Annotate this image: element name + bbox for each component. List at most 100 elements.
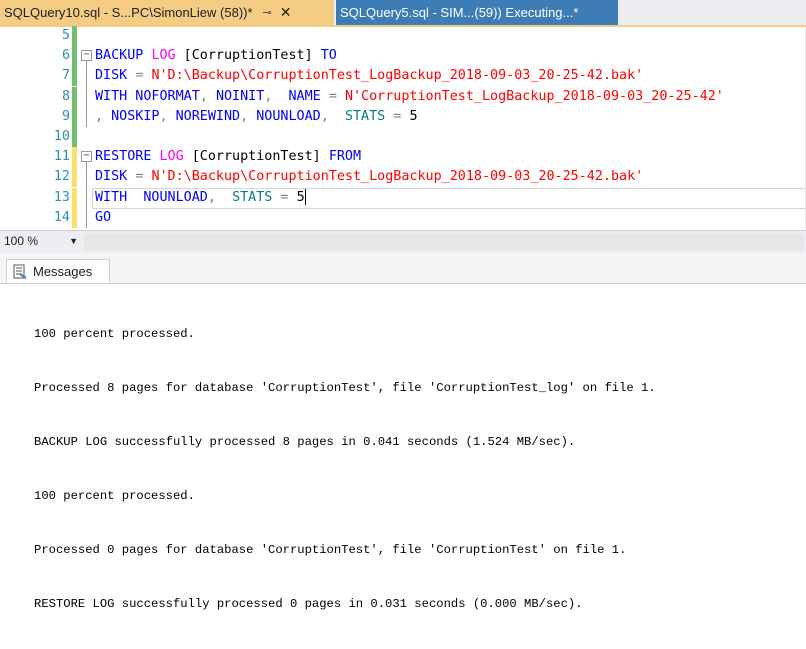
code-token: , bbox=[95, 108, 112, 124]
chevron-down-icon: ▼ bbox=[69, 236, 78, 246]
message-line: BACKUP LOG successfully processed 8 page… bbox=[34, 435, 576, 449]
change-marker bbox=[72, 106, 77, 127]
code-token: RESTORE bbox=[95, 149, 160, 165]
code-text: WITH NOUNLOAD, STATS = 5 bbox=[95, 188, 306, 208]
code-token: BACKUP bbox=[95, 48, 152, 64]
line-number: 6 bbox=[61, 48, 70, 64]
code-text: RESTORE LOG [CorruptionTest] FROM bbox=[95, 147, 361, 167]
change-marker bbox=[72, 167, 77, 188]
code-text: WITH NOFORMAT, NOINIT, NAME = N'Corrupti… bbox=[95, 87, 724, 107]
document-tab-strip: SQLQuery10.sql - S...PC\SimonLiew (58))*… bbox=[0, 0, 806, 27]
code-token: , bbox=[159, 108, 176, 124]
code-token: , bbox=[207, 189, 233, 205]
code-token: DISK bbox=[95, 68, 136, 84]
tab-messages[interactable]: Messages bbox=[6, 259, 110, 283]
message-line: Processed 8 pages for database 'Corrupti… bbox=[34, 381, 656, 395]
editor-horizontal-scrollbar[interactable] bbox=[84, 234, 804, 250]
code-text: BACKUP LOG [CorruptionTest] TO bbox=[95, 46, 337, 66]
line-number: 9 bbox=[61, 108, 70, 124]
code-text: DISK = N'D:\Backup\CorruptionTest_LogBac… bbox=[95, 66, 643, 86]
line-number: 14 bbox=[53, 209, 70, 225]
code-token: LOG bbox=[159, 149, 184, 165]
change-marker bbox=[72, 207, 77, 228]
code-token: FROM bbox=[328, 149, 362, 165]
code-token: NOREWIND bbox=[175, 108, 241, 124]
line-number: 8 bbox=[61, 88, 70, 104]
change-marker bbox=[72, 187, 77, 208]
results-pane: Messages 100 percent processed. Processe… bbox=[0, 253, 806, 611]
code-token: = bbox=[135, 68, 152, 84]
code-line[interactable]: 12 DISK = N'D:\Backup\CorruptionTest_LogB… bbox=[0, 167, 806, 188]
code-token: WITH bbox=[95, 189, 144, 205]
fold-guide bbox=[86, 60, 87, 127]
code-token: NOSKIP bbox=[111, 108, 160, 124]
results-tab-strip: Messages bbox=[0, 253, 806, 284]
message-line: 100 percent processed. bbox=[34, 327, 195, 341]
code-line[interactable]: 13 WITH NOUNLOAD, STATS = 5 bbox=[0, 187, 806, 209]
code-token: 5 bbox=[409, 108, 418, 124]
code-line[interactable]: 10 bbox=[0, 127, 806, 147]
change-marker bbox=[72, 147, 77, 168]
code-token: N'D:\Backup\CorruptionTest_LogBackup_201… bbox=[151, 68, 644, 84]
editor-status-bar: 100 % ▼ bbox=[0, 230, 806, 253]
code-token: = bbox=[135, 169, 152, 185]
zoom-dropdown[interactable]: 100 % ▼ bbox=[4, 233, 82, 250]
change-marker bbox=[72, 86, 77, 107]
fold-guide bbox=[86, 161, 87, 228]
code-token: NOUNLOAD bbox=[143, 189, 208, 205]
code-token: N'D:\Backup\CorruptionTest_LogBackup_201… bbox=[151, 169, 644, 185]
pin-icon[interactable]: ⊸ bbox=[263, 6, 272, 19]
code-line[interactable]: 8 WITH NOFORMAT, NOINIT, NAME = N'Corrupt… bbox=[0, 86, 806, 107]
messages-tab-label: Messages bbox=[33, 264, 93, 279]
text-caret bbox=[304, 188, 306, 205]
code-token: NOINIT bbox=[215, 88, 265, 104]
code-token: , bbox=[264, 88, 289, 104]
code-token: = bbox=[385, 108, 410, 124]
line-number: 10 bbox=[53, 129, 70, 144]
code-token: [CorruptionTest] bbox=[183, 149, 329, 165]
code-text: GO bbox=[95, 208, 111, 228]
change-marker bbox=[72, 66, 77, 87]
message-line: RESTORE LOG successfully processed 0 pag… bbox=[34, 597, 583, 611]
change-marker bbox=[72, 46, 77, 67]
tab-sqlquery10[interactable]: SQLQuery10.sql - S...PC\SimonLiew (58))*… bbox=[0, 0, 334, 25]
code-token: N'CorruptionTest_LogBackup_2018-09-03_20… bbox=[344, 88, 724, 104]
change-marker bbox=[72, 127, 77, 147]
code-token: STATS bbox=[232, 189, 273, 205]
code-text: DISK = N'D:\Backup\CorruptionTest_LogBac… bbox=[95, 167, 643, 187]
code-token: NAME bbox=[288, 88, 329, 104]
tab-title: SQLQuery5.sql - SIM...(59)) Executing...… bbox=[340, 5, 579, 20]
code-line[interactable]: 14 GO bbox=[0, 207, 806, 228]
zoom-value: 100 % bbox=[4, 234, 39, 248]
messages-output: 100 percent processed. Processed 8 pages… bbox=[34, 289, 656, 649]
line-number: 13 bbox=[53, 189, 70, 205]
change-marker bbox=[72, 26, 77, 46]
code-token: DISK bbox=[95, 169, 136, 185]
code-token: [CorruptionTest] bbox=[175, 48, 321, 64]
code-text: , NOSKIP, NOREWIND, NOUNLOAD, STATS = 5 bbox=[95, 107, 418, 127]
line-number: 11 bbox=[53, 149, 70, 165]
line-number: 5 bbox=[61, 28, 70, 43]
tab-sqlquery5[interactable]: SQLQuery5.sql - SIM...(59)) Executing...… bbox=[336, 0, 618, 25]
code-line[interactable]: 6− BACKUP LOG [CorruptionTest] TO bbox=[0, 46, 806, 67]
code-line[interactable]: 7 DISK = N'D:\Backup\CorruptionTest_LogBa… bbox=[0, 66, 806, 87]
line-number: 7 bbox=[61, 68, 70, 84]
code-token: 5 bbox=[296, 189, 305, 205]
code-token: = bbox=[272, 189, 297, 205]
code-token: LOG bbox=[151, 48, 176, 64]
code-token: STATS bbox=[344, 108, 386, 124]
code-line[interactable]: 11− RESTORE LOG [CorruptionTest] FROM bbox=[0, 147, 806, 168]
query-editor[interactable]: 5 6− BACKUP LOG [CorruptionTest] TO 7 DISK =… bbox=[0, 26, 806, 230]
close-tab-icon[interactable]: ✕ bbox=[280, 4, 292, 21]
message-line: Processed 0 pages for database 'Corrupti… bbox=[34, 543, 627, 557]
code-token: TO bbox=[320, 48, 337, 64]
code-token: GO bbox=[95, 209, 112, 225]
code-token: , bbox=[320, 108, 345, 124]
line-number: 12 bbox=[53, 169, 70, 185]
code-line[interactable]: 9 , NOSKIP, NOREWIND, NOUNLOAD, STATS = 5 bbox=[0, 106, 806, 127]
code-token: WITH NOFORMAT bbox=[95, 88, 200, 104]
code-token: , bbox=[199, 88, 216, 104]
message-line: 100 percent processed. bbox=[34, 489, 195, 503]
code-line[interactable]: 5 bbox=[0, 26, 806, 46]
code-token: , bbox=[240, 108, 257, 124]
